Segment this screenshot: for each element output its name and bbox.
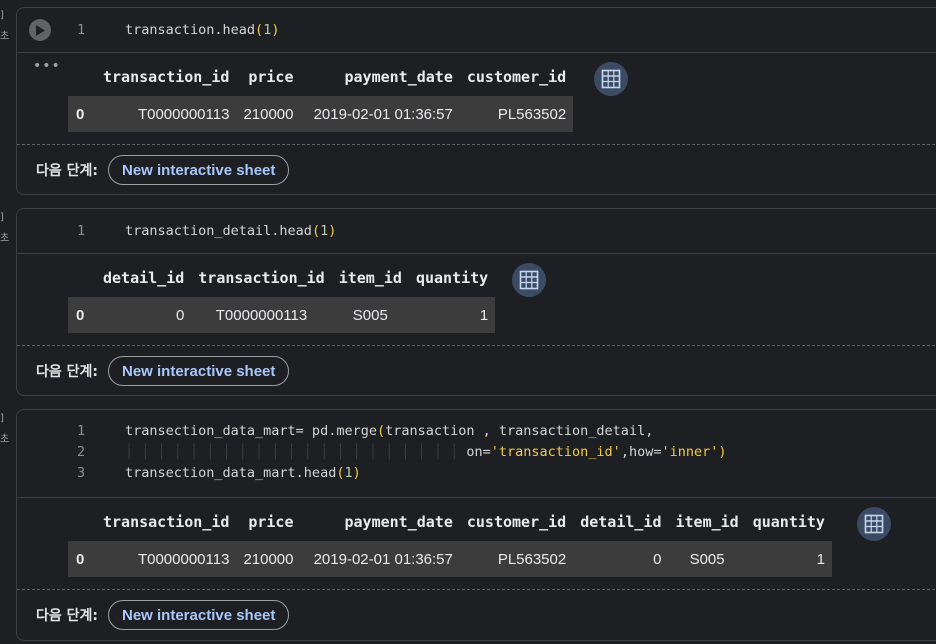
line-number: 1	[77, 223, 86, 239]
gutter-time-2: 초	[0, 233, 10, 244]
column-header: quantity	[415, 269, 489, 287]
code-text: transection_data_mart= pd.merge	[125, 423, 377, 439]
next-steps-bar: 다음 단계: New interactive sheet	[17, 345, 936, 396]
column-header: transaction_id	[103, 513, 230, 531]
notebook-cell-1[interactable]: 1 transaction.head(1) ••• transaction_id …	[16, 7, 936, 195]
table-icon	[864, 514, 884, 534]
code-text: transection_data_mart.head	[125, 465, 337, 481]
gutter-bracket-3: ]	[0, 413, 4, 424]
code-editor[interactable]: 1 transaction.head(1)	[17, 8, 936, 53]
table-cell: T0000000113	[191, 297, 332, 333]
convert-to-table-button[interactable]	[857, 507, 891, 541]
next-steps-bar: 다음 단계: New interactive sheet	[17, 589, 936, 640]
new-interactive-sheet-button[interactable]: New interactive sheet	[108, 356, 290, 386]
code-string: 'transaction_id'	[490, 444, 621, 460]
next-steps-label: 다음 단계:	[36, 163, 98, 179]
code-text: on=	[466, 444, 491, 460]
new-interactive-sheet-button[interactable]: New interactive sheet	[108, 600, 290, 630]
next-steps-bar: 다음 단계: New interactive sheet	[17, 144, 936, 195]
code-string: 'inner'	[661, 444, 719, 460]
table-cell: 1	[745, 541, 832, 577]
new-interactive-sheet-button[interactable]: New interactive sheet	[108, 155, 290, 185]
table-row: 0 0 T0000000113 S005 1	[68, 297, 496, 333]
table-row: 0 T0000000113 210000 2019-02-01 01:36:57…	[68, 541, 832, 577]
cell-output: ••• transaction_id price payment_date cu…	[17, 53, 936, 143]
table-icon	[601, 69, 621, 89]
column-header: detail_id	[580, 513, 662, 531]
notebook-cell-2[interactable]: 1 transaction_detail.head(1) detail_id tr…	[16, 208, 936, 396]
table-row: 0 T0000000113 210000 2019-02-01 01:36:57…	[68, 96, 574, 132]
code-line[interactable]: 1 transection_data_mart= pd.merge(transac…	[77, 421, 653, 442]
column-header: item_id	[338, 269, 402, 287]
play-icon	[36, 24, 45, 36]
table-cell: 2019-02-01 01:36:57	[300, 541, 460, 577]
code-editor[interactable]: 1 transaction_detail.head(1)	[17, 209, 936, 254]
code-line[interactable]: 1 transaction_detail.head(1)	[77, 221, 336, 242]
table-cell: 0	[96, 297, 192, 333]
code-line[interactable]: 2 │ │ │ │ │ │ │ │ │ │ │ │ │ │ │ │ │ │ │ │…	[77, 442, 727, 463]
code-text: ,how=	[620, 444, 662, 460]
table-cell: PL563502	[459, 541, 574, 577]
code-arg: transaction , transaction_detail,	[385, 423, 654, 439]
column-header: price	[248, 513, 294, 531]
dataframe-table: transaction_id price payment_date custom…	[68, 58, 574, 132]
code-line[interactable]: 3 transection_data_mart.head(1)	[77, 463, 361, 484]
table-cell: 2019-02-01 01:36:57	[300, 96, 460, 132]
gutter-time-1: 초	[0, 31, 10, 42]
convert-to-table-button[interactable]	[512, 263, 546, 297]
table-cell: 0	[573, 541, 669, 577]
code-text: transaction.head	[125, 22, 256, 38]
convert-to-table-button[interactable]	[594, 62, 628, 96]
table-cell: 210000	[236, 541, 301, 577]
notebook-cell-3[interactable]: 1 transection_data_mart= pd.merge(transac…	[16, 409, 936, 641]
table-cell: S005	[331, 297, 409, 333]
table-cell: 1	[408, 297, 496, 333]
column-header: payment_date	[344, 513, 453, 531]
line-number: 1	[77, 423, 86, 439]
line-number: 3	[77, 465, 86, 481]
dataframe-table: transaction_id price payment_date custom…	[68, 503, 832, 577]
column-header: customer_id	[466, 68, 567, 86]
code-editor[interactable]: 1 transection_data_mart= pd.merge(transac…	[17, 410, 936, 498]
code-text: transaction_detail.head	[125, 223, 312, 239]
next-steps-label: 다음 단계:	[36, 364, 98, 380]
code-arg: 1	[320, 223, 329, 239]
line-number: 2	[77, 444, 86, 460]
column-header: detail_id	[103, 269, 185, 287]
table-cell: T0000000113	[96, 96, 237, 132]
column-header: item_id	[675, 513, 739, 531]
cell-output: transaction_id price payment_date custom…	[17, 498, 936, 588]
line-number: 1	[77, 22, 86, 38]
column-header: quantity	[752, 513, 825, 531]
table-cell: T0000000113	[96, 541, 237, 577]
row-index: 0	[68, 297, 96, 333]
column-header: payment_date	[344, 68, 453, 86]
next-steps-label: 다음 단계:	[36, 608, 98, 624]
gutter-bracket-1: ]	[0, 10, 4, 21]
dataframe-table: detail_id transaction_id item_id quantit…	[68, 259, 496, 333]
column-header: customer_id	[466, 513, 567, 531]
row-index: 0	[68, 96, 96, 132]
cell-output: detail_id transaction_id item_id quantit…	[17, 254, 936, 344]
indent-guides: │ │ │ │ │ │ │ │ │ │ │ │ │ │ │ │ │ │ │ │ …	[125, 444, 467, 460]
table-cell: S005	[668, 541, 746, 577]
table-cell: PL563502	[459, 96, 574, 132]
column-header: transaction_id	[103, 68, 230, 86]
column-header: price	[248, 68, 294, 86]
code-line[interactable]: 1 transaction.head(1)	[77, 20, 279, 41]
row-index: 0	[68, 541, 96, 577]
column-header: transaction_id	[198, 269, 325, 287]
run-cell-button[interactable]	[29, 19, 51, 41]
output-menu-icon[interactable]: •••	[33, 59, 61, 73]
table-icon	[519, 270, 539, 290]
table-cell: 210000	[236, 96, 301, 132]
code-arg: 1	[344, 465, 353, 481]
gutter-time-3: 초	[0, 434, 10, 445]
gutter-bracket-2: ]	[0, 212, 4, 223]
